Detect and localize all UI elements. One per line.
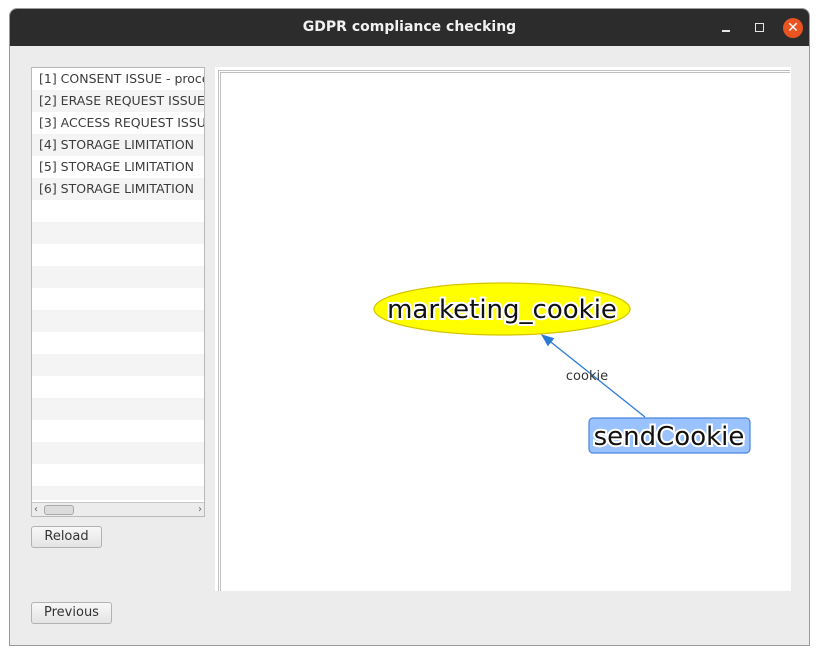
minimize-icon[interactable] <box>716 18 736 38</box>
empty-row <box>32 398 204 420</box>
list-item[interactable]: [6] STORAGE LIMITATION <box>32 178 204 200</box>
empty-row <box>32 376 204 398</box>
issue-list[interactable]: [1] CONSENT ISSUE - process [2] ERASE RE… <box>32 68 204 500</box>
empty-row <box>32 332 204 354</box>
empty-row <box>32 354 204 376</box>
scrollbar-thumb[interactable] <box>44 505 74 515</box>
node-label-marketing-cookie: marketing_cookie <box>387 295 617 325</box>
graph-svg: cookie marketing_cookie sendCookie <box>373 282 751 454</box>
app-window: GDPR compliance checking ✕ [1] CONSENT I… <box>9 8 810 646</box>
list-item[interactable]: [4] STORAGE LIMITATION <box>32 134 204 156</box>
empty-row <box>32 310 204 332</box>
empty-row <box>32 200 204 222</box>
scroll-right-icon[interactable]: › <box>198 503 202 516</box>
list-item[interactable]: [1] CONSENT ISSUE - process <box>32 68 204 90</box>
node-label-send-cookie: sendCookie <box>594 422 745 452</box>
maximize-icon[interactable] <box>750 18 770 38</box>
graph-canvas[interactable]: cookie marketing_cookie sendCookie <box>215 67 791 591</box>
horizontal-scrollbar[interactable]: ‹ › <box>32 502 204 516</box>
list-item[interactable]: [5] STORAGE LIMITATION <box>32 156 204 178</box>
title-bar: GDPR compliance checking ✕ <box>10 9 809 46</box>
close-icon[interactable]: ✕ <box>783 18 803 38</box>
empty-row <box>32 442 204 464</box>
list-item[interactable]: [2] ERASE REQUEST ISSUE <box>32 90 204 112</box>
reload-button[interactable]: Reload <box>31 526 102 548</box>
empty-row <box>32 288 204 310</box>
empty-row <box>32 464 204 486</box>
scroll-left-icon[interactable]: ‹ <box>34 503 38 516</box>
issue-list-panel: [1] CONSENT ISSUE - process [2] ERASE RE… <box>31 67 205 517</box>
edge-label: cookie <box>566 369 608 384</box>
empty-row <box>32 244 204 266</box>
window-title: GDPR compliance checking <box>302 19 517 35</box>
empty-row <box>32 222 204 244</box>
empty-row <box>32 486 204 500</box>
empty-row <box>32 420 204 442</box>
list-item[interactable]: [3] ACCESS REQUEST ISSUE <box>32 112 204 134</box>
previous-button[interactable]: Previous <box>31 602 112 624</box>
empty-row <box>32 266 204 288</box>
